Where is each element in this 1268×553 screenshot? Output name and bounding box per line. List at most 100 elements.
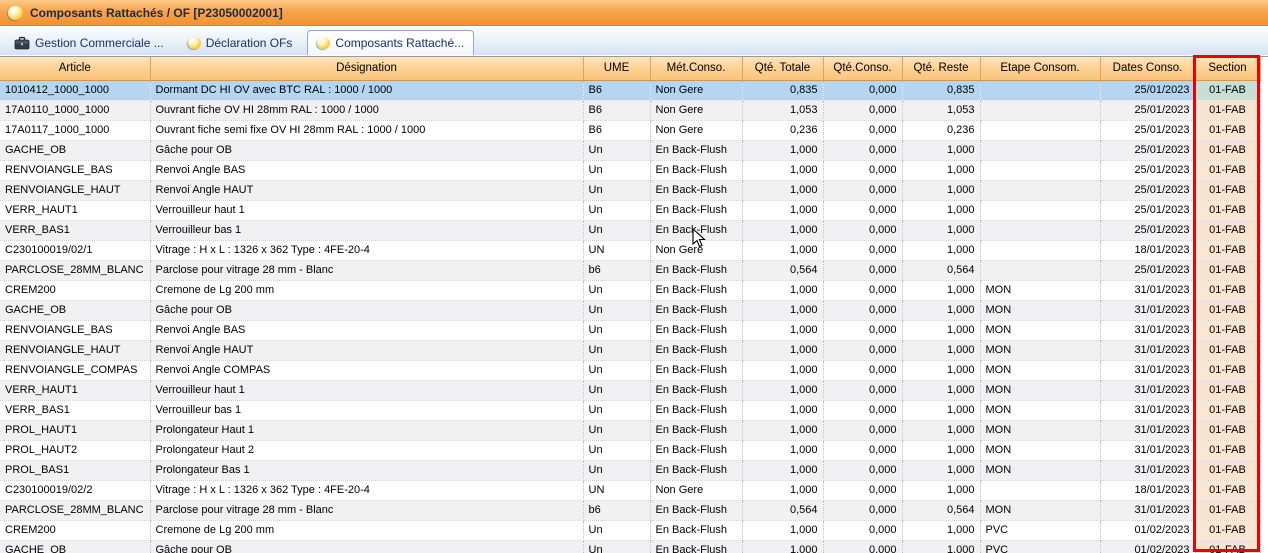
cell-qte-conso[interactable]: 0,000 xyxy=(823,200,902,220)
cell-designation[interactable]: Renvoi Angle BAS xyxy=(150,160,583,180)
cell-ume[interactable]: b6 xyxy=(583,500,650,520)
col-header-dates-conso[interactable]: Dates Conso. xyxy=(1100,57,1195,80)
cell-etape-consom[interactable] xyxy=(980,160,1100,180)
table-row[interactable]: RENVOIANGLE_HAUT Renvoi Angle HAUT Un En… xyxy=(0,340,1260,360)
cell-qte-totale[interactable]: 1,000 xyxy=(742,360,823,380)
cell-qte-conso[interactable]: 0,000 xyxy=(823,280,902,300)
table-row[interactable]: VERR_BAS1 Verrouilleur bas 1 Un En Back-… xyxy=(0,220,1260,240)
cell-dates-conso[interactable]: 01/02/2023 xyxy=(1100,520,1195,540)
cell-qte-reste[interactable]: 1,000 xyxy=(902,300,980,320)
col-header-section[interactable]: Section xyxy=(1195,57,1260,80)
table-row[interactable]: RENVOIANGLE_COMPAS Renvoi Angle COMPAS U… xyxy=(0,360,1260,380)
cell-article[interactable]: PROL_BAS1 xyxy=(0,460,150,480)
col-header-designation[interactable]: Désignation xyxy=(150,57,583,80)
cell-dates-conso[interactable]: 25/01/2023 xyxy=(1100,180,1195,200)
cell-met-conso[interactable]: En Back-Flush xyxy=(650,440,742,460)
cell-qte-reste[interactable]: 0,564 xyxy=(902,500,980,520)
cell-etape-consom[interactable]: MON xyxy=(980,460,1100,480)
cell-qte-totale[interactable]: 0,835 xyxy=(742,80,823,100)
cell-qte-reste[interactable]: 1,000 xyxy=(902,480,980,500)
cell-qte-reste[interactable]: 1,000 xyxy=(902,520,980,540)
col-header-article[interactable]: Article xyxy=(0,57,150,80)
cell-qte-conso[interactable]: 0,000 xyxy=(823,320,902,340)
cell-section[interactable]: 01-FAB xyxy=(1195,240,1260,260)
cell-ume[interactable]: Un xyxy=(583,400,650,420)
cell-qte-totale[interactable]: 1,000 xyxy=(742,240,823,260)
cell-section[interactable]: 01-FAB xyxy=(1195,460,1260,480)
cell-met-conso[interactable]: En Back-Flush xyxy=(650,540,742,553)
cell-ume[interactable]: Un xyxy=(583,360,650,380)
cell-dates-conso[interactable]: 31/01/2023 xyxy=(1100,500,1195,520)
table-row[interactable]: PROL_HAUT2 Prolongateur Haut 2 Un En Bac… xyxy=(0,440,1260,460)
cell-met-conso[interactable]: Non Gere xyxy=(650,120,742,140)
cell-qte-totale[interactable]: 0,236 xyxy=(742,120,823,140)
cell-ume[interactable]: Un xyxy=(583,340,650,360)
cell-article[interactable]: GACHE_OB xyxy=(0,300,150,320)
table-row[interactable]: PROL_HAUT1 Prolongateur Haut 1 Un En Bac… xyxy=(0,420,1260,440)
cell-designation[interactable]: Verrouilleur bas 1 xyxy=(150,220,583,240)
cell-section[interactable]: 01-FAB xyxy=(1195,140,1260,160)
table-row[interactable]: GACHE_OB Gâche pour OB Un En Back-Flush … xyxy=(0,540,1260,553)
cell-qte-totale[interactable]: 1,000 xyxy=(742,480,823,500)
cell-qte-conso[interactable]: 0,000 xyxy=(823,260,902,280)
cell-designation[interactable]: Ouvrant fiche OV HI 28mm RAL : 1000 / 10… xyxy=(150,100,583,120)
cell-etape-consom[interactable]: MON xyxy=(980,340,1100,360)
cell-section[interactable]: 01-FAB xyxy=(1195,260,1260,280)
cell-section[interactable]: 01-FAB xyxy=(1195,380,1260,400)
cell-qte-reste[interactable]: 1,000 xyxy=(902,240,980,260)
cell-qte-conso[interactable]: 0,000 xyxy=(823,160,902,180)
cell-qte-reste[interactable]: 1,000 xyxy=(902,340,980,360)
cell-ume[interactable]: Un xyxy=(583,420,650,440)
cell-article[interactable]: GACHE_OB xyxy=(0,140,150,160)
table-row[interactable]: C230100019/02/2 Vitrage : H x L : 1326 x… xyxy=(0,480,1260,500)
cell-met-conso[interactable]: Non Gere xyxy=(650,80,742,100)
table-row[interactable]: VERR_HAUT1 Verrouilleur haut 1 Un En Bac… xyxy=(0,380,1260,400)
cell-met-conso[interactable]: En Back-Flush xyxy=(650,180,742,200)
cell-dates-conso[interactable]: 18/01/2023 xyxy=(1100,480,1195,500)
cell-etape-consom[interactable] xyxy=(980,200,1100,220)
cell-met-conso[interactable]: En Back-Flush xyxy=(650,360,742,380)
cell-ume[interactable]: Un xyxy=(583,380,650,400)
cell-qte-conso[interactable]: 0,000 xyxy=(823,480,902,500)
cell-etape-consom[interactable] xyxy=(980,260,1100,280)
cell-qte-reste[interactable]: 0,835 xyxy=(902,80,980,100)
cell-designation[interactable]: Prolongateur Haut 1 xyxy=(150,420,583,440)
cell-qte-conso[interactable]: 0,000 xyxy=(823,380,902,400)
cell-article[interactable]: PARCLOSE_28MM_BLANC xyxy=(0,500,150,520)
cell-qte-conso[interactable]: 0,000 xyxy=(823,400,902,420)
cell-etape-consom[interactable] xyxy=(980,180,1100,200)
cell-article[interactable]: RENVOIANGLE_BAS xyxy=(0,320,150,340)
cell-section[interactable]: 01-FAB xyxy=(1195,280,1260,300)
cell-qte-totale[interactable]: 1,000 xyxy=(742,540,823,553)
cell-qte-conso[interactable]: 0,000 xyxy=(823,120,902,140)
cell-dates-conso[interactable]: 25/01/2023 xyxy=(1100,200,1195,220)
cell-dates-conso[interactable]: 25/01/2023 xyxy=(1100,140,1195,160)
cell-qte-conso[interactable]: 0,000 xyxy=(823,540,902,553)
cell-dates-conso[interactable]: 31/01/2023 xyxy=(1100,320,1195,340)
cell-met-conso[interactable]: En Back-Flush xyxy=(650,320,742,340)
table-row[interactable]: C230100019/02/1 Vitrage : H x L : 1326 x… xyxy=(0,240,1260,260)
table-row[interactable]: RENVOIANGLE_BAS Renvoi Angle BAS Un En B… xyxy=(0,320,1260,340)
cell-qte-reste[interactable]: 1,000 xyxy=(902,420,980,440)
cell-ume[interactable]: Un xyxy=(583,460,650,480)
cell-qte-conso[interactable]: 0,000 xyxy=(823,300,902,320)
cell-met-conso[interactable]: En Back-Flush xyxy=(650,520,742,540)
cell-designation[interactable]: Renvoi Angle BAS xyxy=(150,320,583,340)
cell-etape-consom[interactable]: MON xyxy=(980,360,1100,380)
table-row[interactable]: 17A0110_1000_1000 Ouvrant fiche OV HI 28… xyxy=(0,100,1260,120)
cell-qte-reste[interactable]: 1,053 xyxy=(902,100,980,120)
cell-qte-reste[interactable]: 1,000 xyxy=(902,460,980,480)
cell-qte-reste[interactable]: 1,000 xyxy=(902,440,980,460)
cell-qte-reste[interactable]: 1,000 xyxy=(902,220,980,240)
cell-qte-conso[interactable]: 0,000 xyxy=(823,220,902,240)
cell-etape-consom[interactable]: MON xyxy=(980,300,1100,320)
cell-met-conso[interactable]: En Back-Flush xyxy=(650,280,742,300)
table-row[interactable]: GACHE_OB Gâche pour OB Un En Back-Flush … xyxy=(0,140,1260,160)
cell-section[interactable]: 01-FAB xyxy=(1195,520,1260,540)
cell-dates-conso[interactable]: 31/01/2023 xyxy=(1100,360,1195,380)
cell-section[interactable]: 01-FAB xyxy=(1195,160,1260,180)
cell-qte-totale[interactable]: 1,000 xyxy=(742,320,823,340)
cell-qte-reste[interactable]: 1,000 xyxy=(902,540,980,553)
cell-section[interactable]: 01-FAB xyxy=(1195,420,1260,440)
table-row[interactable]: PROL_BAS1 Prolongateur Bas 1 Un En Back-… xyxy=(0,460,1260,480)
